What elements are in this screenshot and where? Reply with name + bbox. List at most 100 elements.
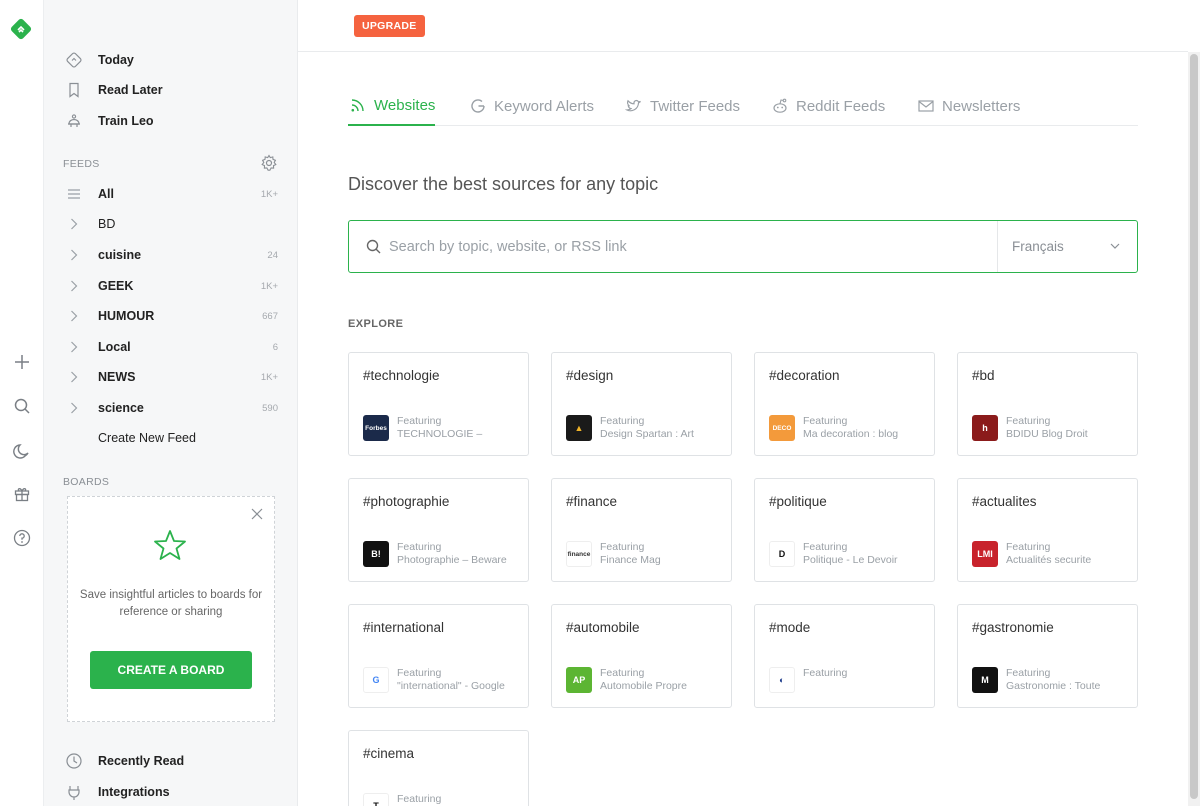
chevron-right-icon[interactable]: [64, 402, 84, 414]
search-icon: [365, 238, 383, 256]
featured-source: Gastronomie : Toute: [1006, 680, 1101, 692]
featured-source: "international" - Google: [397, 680, 505, 692]
topic-tag: #finance: [566, 494, 618, 509]
google-icon: [468, 96, 488, 116]
source-logo: T: [363, 793, 389, 806]
topic-tag: #bd: [972, 368, 995, 383]
featuring-label: Featuring: [1006, 541, 1051, 553]
sidebar-item-train-leo[interactable]: Train Leo: [64, 109, 154, 133]
topic-card[interactable]: #bd h Featuring BDIDU Blog Droit: [957, 352, 1138, 456]
scrollbar[interactable]: [1188, 52, 1200, 806]
topic-card[interactable]: #design ▲ Featuring Design Spartan : Art: [551, 352, 732, 456]
scrollbar-thumb[interactable]: [1190, 54, 1198, 799]
source-search: Français: [348, 220, 1138, 273]
topic-card[interactable]: #automobile AP Featuring Automobile Propre: [551, 604, 732, 708]
topic-card[interactable]: #mode ◐ Featuring: [754, 604, 935, 708]
tab-keyword-alerts[interactable]: Keyword Alerts: [468, 86, 594, 126]
sidebar-feed-news[interactable]: NEWS 1K+: [64, 366, 278, 388]
boards-promo: Save insightful articles to boards for r…: [67, 496, 275, 722]
tab-reddit-feeds[interactable]: Reddit Feeds: [770, 86, 885, 126]
sidebar-feed-all[interactable]: All 1K+: [64, 183, 278, 205]
moon-icon[interactable]: [11, 440, 33, 462]
sidebar-feed-bd[interactable]: BD: [64, 213, 278, 235]
plug-icon: [64, 782, 84, 802]
topic-card[interactable]: #finance finance Featuring Finance Mag: [551, 478, 732, 582]
topic-tag: #decoration: [769, 368, 840, 383]
sidebar-feed-cuisine[interactable]: cuisine 24: [64, 244, 278, 266]
feedly-logo-icon[interactable]: [10, 18, 32, 40]
chevron-right-icon[interactable]: [64, 341, 84, 353]
featured-source: Politique - Le Devoir: [803, 554, 898, 566]
source-logo: ▲: [566, 415, 592, 441]
topic-card[interactable]: #international G Featuring "international" …: [348, 604, 529, 708]
boards-section-label: BOARDS: [63, 476, 110, 488]
chevron-right-icon[interactable]: [64, 310, 84, 322]
feed-count: 24: [267, 249, 278, 261]
gift-icon[interactable]: [11, 483, 33, 505]
topic-card[interactable]: #cinema T Featuring: [348, 730, 529, 806]
topic-card[interactable]: #photographie B! Featuring Photographie – B…: [348, 478, 529, 582]
star-icon: [152, 527, 188, 563]
search-icon[interactable]: [11, 395, 33, 417]
search-input[interactable]: [389, 233, 989, 261]
sidebar-feed-science[interactable]: science 590: [64, 397, 278, 419]
gear-icon[interactable]: [260, 154, 278, 172]
topic-card[interactable]: #decoration DECO Featuring Ma decoration : …: [754, 352, 935, 456]
sidebar-item-label: Integrations: [98, 785, 170, 799]
source-logo: Forbes: [363, 415, 389, 441]
chevron-down-icon: [1109, 240, 1121, 252]
feed-count: 1K+: [260, 371, 278, 383]
bookmark-icon: [64, 80, 84, 100]
sidebar-item-read-later[interactable]: Read Later: [64, 78, 163, 102]
tab-websites[interactable]: Websites: [348, 86, 436, 126]
sidebar-feed-geek[interactable]: GEEK 1K+: [64, 275, 278, 297]
top-bar: UPGRADE: [298, 0, 1188, 52]
tab-twitter-feeds[interactable]: Twitter Feeds: [624, 86, 740, 126]
topic-card[interactable]: #technologie Forbes Featuring TECHNOLOGIE –: [348, 352, 529, 456]
tab-newsletters[interactable]: Newsletters: [916, 86, 1020, 126]
sidebar-item-today[interactable]: Today: [64, 48, 134, 72]
feed-name: Local: [98, 340, 131, 354]
featured-source: Actualités securite: [1006, 554, 1092, 566]
sidebar-item-recently-read[interactable]: Recently Read: [64, 749, 184, 773]
chevron-right-icon[interactable]: [64, 249, 84, 261]
source-logo: ◐: [769, 667, 795, 693]
plus-icon[interactable]: [11, 351, 33, 373]
feed-name: cuisine: [98, 248, 142, 262]
feed-name: GEEK: [98, 279, 134, 293]
topic-card[interactable]: #politique D Featuring Politique - Le Devoi…: [754, 478, 935, 582]
close-icon[interactable]: [250, 507, 264, 522]
create-new-feed-link[interactable]: Create New Feed: [98, 427, 312, 449]
feed-name: All: [98, 187, 114, 201]
topic-tag: #actualites: [972, 494, 1037, 509]
chevron-right-icon[interactable]: [64, 280, 84, 292]
feed-count: 1K+: [260, 280, 278, 292]
icon-rail: [0, 0, 44, 806]
source-logo: h: [972, 415, 998, 441]
create-board-button[interactable]: CREATE A BOARD: [90, 651, 252, 689]
upgrade-button[interactable]: UPGRADE: [354, 15, 425, 37]
sidebar-item-label: Recently Read: [98, 754, 185, 768]
topic-tag: #automobile: [566, 620, 640, 635]
topic-card[interactable]: #actualites LMI Featuring Actualités securi…: [957, 478, 1138, 582]
feed-count: 6: [272, 341, 278, 353]
sidebar-item-integrations[interactable]: Integrations: [64, 780, 170, 804]
sidebar-feed-local[interactable]: Local 6: [64, 336, 278, 358]
chevron-right-icon[interactable]: [64, 218, 84, 230]
featured-source: TECHNOLOGIE –: [397, 428, 483, 440]
chevron-right-icon[interactable]: [64, 371, 84, 383]
featured-source: Design Spartan : Art: [600, 428, 694, 440]
language-select[interactable]: Français: [997, 221, 1137, 272]
source-logo: G: [363, 667, 389, 693]
featuring-label: Featuring: [803, 667, 848, 679]
help-icon[interactable]: [11, 527, 33, 549]
tab-label: Twitter Feeds: [650, 97, 741, 115]
featuring-label: Featuring: [397, 667, 442, 679]
clock-icon: [64, 751, 84, 771]
topic-card[interactable]: #gastronomie M Featuring Gastronomie : Tout…: [957, 604, 1138, 708]
sidebar-feed-humour[interactable]: HUMOUR 667: [64, 305, 278, 327]
tab-label: Newsletters: [942, 97, 1021, 115]
source-logo: B!: [363, 541, 389, 567]
featured-source: Automobile Propre: [600, 680, 687, 692]
feed-count: 1K+: [260, 188, 278, 200]
